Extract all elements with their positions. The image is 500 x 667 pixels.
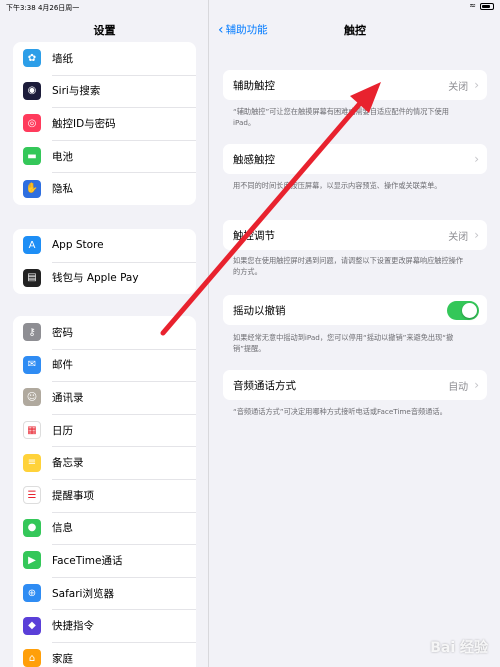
sidebar-group-display: ✿ 墙纸 ◉ Siri与搜索 ◎ 触控ID与密码 ▬ 电池 ✋ 隐私: [13, 42, 196, 205]
sidebar-item-label: 日历: [52, 424, 73, 437]
battery-icon: ▬: [23, 147, 41, 166]
chevron-right-icon: ›: [474, 228, 479, 242]
wallpaper-icon: ✿: [23, 49, 41, 68]
sidebar-group-apps: ⚷ 密码 ✉ 邮件 ☺ 通讯录 ▦ 日历 ≡ 备忘录 ☰ 提醒事项 ● 信息 ▶ FaceTime通话 ⊕ Saf…: [13, 316, 196, 667]
sidebar-item-fingerprint[interactable]: ◎ 触控ID与密码: [13, 107, 196, 140]
row-footnote: “音频通话方式”可决定用哪种方式接听电话或FaceTime音频通话。: [233, 407, 447, 416]
facetime-icon: ▶: [23, 551, 41, 570]
status-icons: ≈: [469, 2, 494, 10]
assistive-touch-row[interactable]: 辅助触控 关闭 ›: [223, 70, 487, 100]
sidebar-item-app-store[interactable]: A App Store: [13, 229, 196, 262]
sidebar-item-mail[interactable]: ✉ 邮件: [13, 348, 196, 382]
notes-icon: ≡: [23, 453, 41, 472]
sidebar-item-notes[interactable]: ≡ 备忘录: [13, 446, 196, 479]
sidebar-item-reminders[interactable]: ☰ 提醒事项: [13, 478, 196, 512]
app-store-icon: A: [23, 236, 41, 255]
sidebar-item-label: 家庭: [52, 652, 73, 665]
safari-icon: ⊕: [23, 584, 41, 603]
sidebar-item-label: 隐私: [52, 183, 73, 196]
sidebar-item-facetime[interactable]: ▶ FaceTime通话: [13, 544, 196, 577]
sidebar-item-contacts[interactable]: ☺ 通讯录: [13, 381, 196, 414]
row-title: 触控调节: [233, 229, 275, 242]
sidebar-item-label: 快捷指令: [52, 620, 94, 633]
mail-icon: ✉: [23, 355, 41, 374]
sidebar-title: 设置: [93, 24, 116, 37]
sidebar-item-label: 密码: [52, 326, 73, 339]
sidebar-item-wallpaper[interactable]: ✿ 墙纸: [13, 42, 196, 75]
home-icon: ⌂: [23, 649, 41, 667]
sidebar-item-label: Siri与搜索: [52, 85, 101, 98]
shake-to-undo-row: 摇动以撤销: [223, 295, 487, 325]
sidebar-item-label: 信息: [52, 522, 73, 535]
key-icon: ⚷: [23, 323, 41, 342]
sidebar-item-home[interactable]: ⌂ 家庭: [13, 641, 196, 667]
sidebar-group-store: A App Store ▤ 钱包与 Apple Pay: [13, 229, 196, 295]
sidebar-item-shortcuts[interactable]: ◆ 快捷指令: [13, 609, 196, 642]
watermark-logo: Bai 经验: [430, 640, 488, 656]
haptic-touch-row[interactable]: 触感触控 ›: [223, 144, 487, 174]
calendar-icon: ▦: [23, 421, 41, 440]
sidebar-item-safari[interactable]: ⊕ Safari浏览器: [13, 576, 196, 610]
sidebar-item-label: 钱包与 Apple Pay: [52, 272, 139, 285]
status-bar: 下午3:38 4月26日周一 ≈: [0, 0, 500, 14]
sidebar-item-label: Safari浏览器: [52, 587, 114, 600]
settings-sidebar: 设置 ✿ 墙纸 ◉ Siri与搜索 ◎ 触控ID与密码 ▬ 电池 ✋ 隐私 A App Store ▤…: [0, 0, 209, 667]
shake-to-undo-toggle[interactable]: [447, 300, 479, 320]
messages-icon: ●: [23, 518, 41, 537]
hand-icon: ✋: [23, 179, 41, 198]
row-footnote: 如果经常无意中摇动到iPad，您可以停用“摇动以撤销”来避免出现“撤销”提醒。: [233, 333, 454, 353]
reminders-icon: ☰: [23, 486, 41, 505]
sidebar-item-key[interactable]: ⚷ 密码: [13, 316, 196, 349]
sidebar-item-wallet[interactable]: ▤ 钱包与 Apple Pay: [13, 261, 196, 295]
chevron-right-icon: ›: [474, 152, 479, 166]
sidebar-item-calendar[interactable]: ▦ 日历: [13, 413, 196, 447]
row-title: 辅助触控: [233, 79, 275, 92]
status-time: 下午3:38 4月26日周一: [6, 4, 80, 12]
sidebar-item-siri[interactable]: ◉ Siri与搜索: [13, 74, 196, 108]
sidebar-item-label: App Store: [52, 239, 104, 252]
sidebar-item-label: 通讯录: [52, 391, 84, 404]
row-footnote: 用不同的时间长度按压屏幕，以显示内容预览、操作或关联菜单。: [233, 181, 442, 190]
battery-icon: [480, 2, 494, 10]
sidebar-item-label: 墙纸: [52, 52, 73, 65]
sidebar-item-label: 邮件: [52, 359, 73, 372]
contacts-icon: ☺: [23, 388, 41, 407]
page-title: 触控: [344, 24, 366, 37]
sidebar-item-label: 电池: [52, 150, 73, 163]
sidebar-item-battery[interactable]: ▬ 电池: [13, 139, 196, 173]
shortcuts-icon: ◆: [23, 616, 41, 635]
row-value: 自动: [448, 381, 469, 393]
touch-accommodations-row[interactable]: 触控调节 关闭 ›: [223, 220, 487, 250]
row-footnote: “辅助触控”可让您在触摸屏幕有困难或需要自适应配件的情况下使用iPad。: [233, 107, 449, 127]
fingerprint-icon: ◎: [23, 114, 41, 133]
row-title: 摇动以撤销: [233, 304, 286, 317]
sidebar-item-label: FaceTime通话: [52, 554, 123, 567]
sidebar-item-messages[interactable]: ● 信息: [13, 511, 196, 545]
wifi-icon: ≈: [469, 1, 476, 10]
sidebar-item-label: 备忘录: [52, 457, 84, 470]
row-title: 音频通话方式: [233, 379, 296, 392]
siri-icon: ◉: [23, 81, 41, 100]
toggle-knob: [462, 302, 477, 318]
sidebar-item-hand[interactable]: ✋ 隐私: [13, 172, 196, 205]
call-audio-routing-row[interactable]: 音频通话方式 自动 ›: [223, 370, 487, 400]
sidebar-item-label: 提醒事项: [52, 489, 94, 502]
row-title: 触感触控: [233, 153, 275, 166]
row-footnote: 如果您在使用触控屏时遇到问题，请调整以下设置更改屏幕响应触控操作的方式。: [233, 256, 464, 276]
row-value: 关闭: [448, 81, 469, 93]
chevron-right-icon: ›: [474, 378, 479, 392]
touch-settings-pane: ‹ 辅助功能 触控 辅助触控 关闭 › “辅助触控”可让您在触摸屏幕有困难或需要…: [210, 0, 500, 667]
row-value: 关闭: [448, 231, 469, 243]
sidebar-item-label: 触控ID与密码: [52, 117, 116, 130]
chevron-right-icon: ›: [474, 78, 479, 92]
wallet-icon: ▤: [23, 268, 41, 287]
